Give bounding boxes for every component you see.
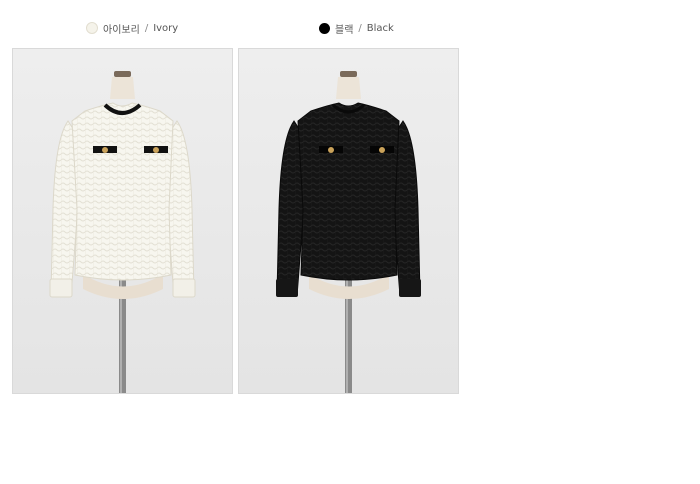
color-option-ivory: 아이보리 / Ivory	[86, 20, 178, 36]
black-blouse-image	[239, 49, 458, 393]
black-swatch-icon	[319, 22, 330, 34]
black-label-ko: 블랙	[335, 24, 354, 36]
color-option-black: 블랙 / Black	[319, 20, 394, 36]
ivory-label-separator: /	[144, 22, 149, 34]
ivory-label-ko: 아이보리	[103, 24, 140, 36]
ivory-label-en: Ivory	[153, 22, 179, 34]
ivory-swatch-icon	[86, 22, 98, 34]
ivory-blouse-image	[13, 49, 232, 393]
product-photo-black	[238, 48, 459, 394]
black-label-en: Black	[366, 22, 394, 34]
black-label-separator: /	[358, 22, 362, 34]
product-photo-ivory	[12, 48, 233, 394]
